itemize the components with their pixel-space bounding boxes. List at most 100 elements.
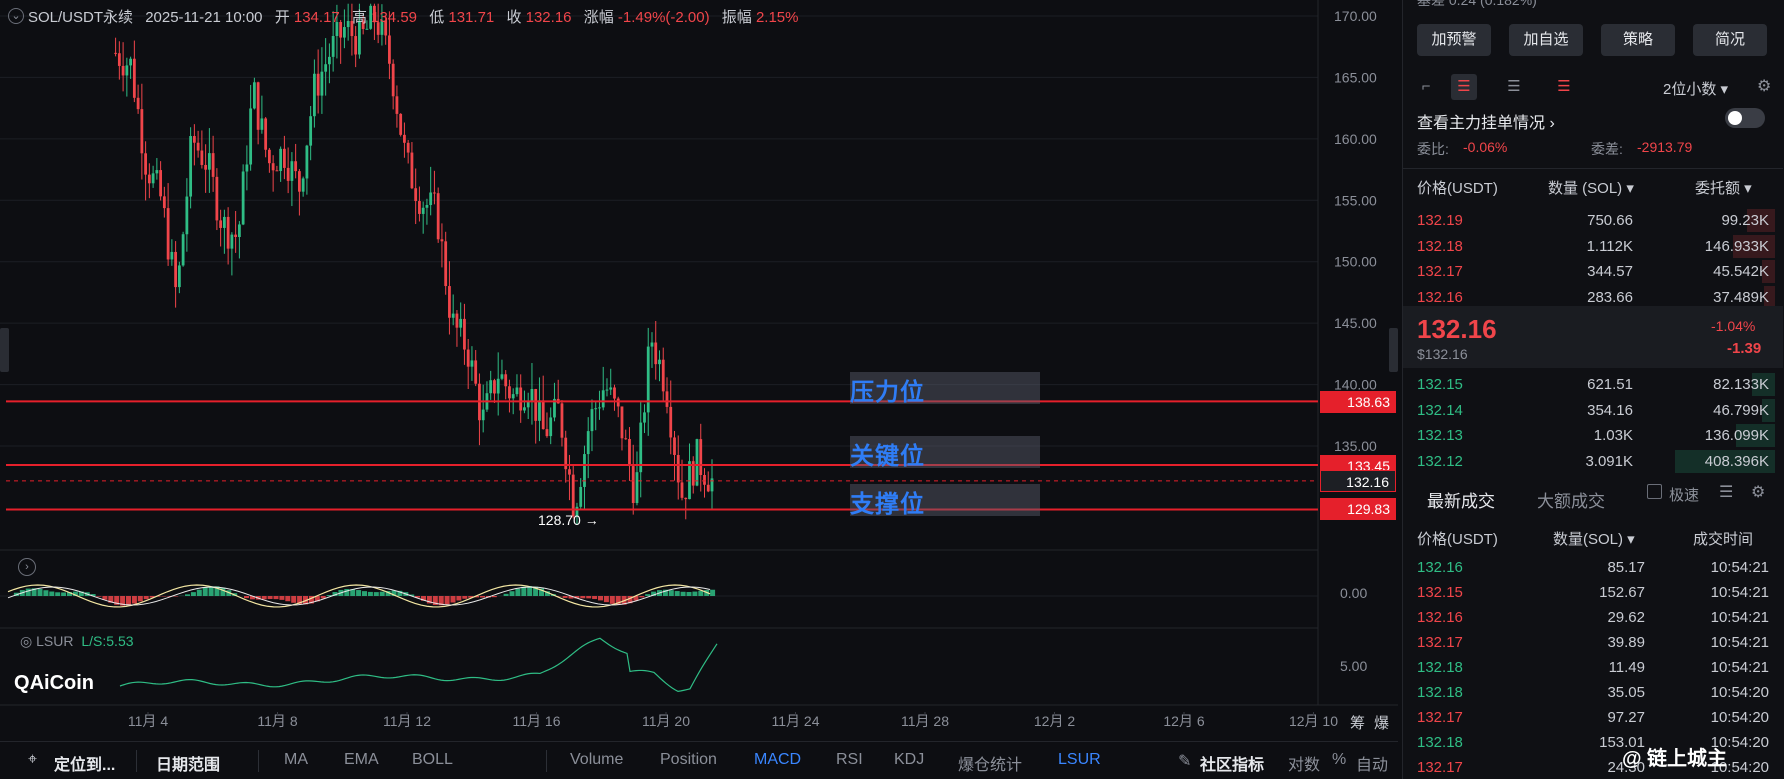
candle-body (433, 192, 436, 194)
date-range-button[interactable]: 日期范围 (156, 751, 220, 775)
tab-latest-trades[interactable]: 最新成交 (1427, 487, 1495, 512)
candle-body (256, 82, 260, 130)
amplitude-value: 2.15% (755, 9, 799, 26)
collapse-icon[interactable]: ⌄ (8, 8, 24, 24)
candle-body (688, 461, 691, 500)
macd-histogram-bar (692, 591, 698, 596)
ask-row[interactable]: 132.18 1.112K 146.933K (1403, 234, 1781, 259)
strategy-button[interactable]: 策略 (1601, 24, 1675, 56)
add-alert-button[interactable]: 加预警 (1417, 24, 1491, 56)
price-chart[interactable]: 170.00165.00160.00155.00150.00145.00140.… (0, 0, 1398, 741)
tool-boll[interactable]: BOLL (412, 751, 453, 769)
macd-histogram-bar (291, 596, 297, 603)
settings-icon[interactable]: ⚙ (1757, 76, 1771, 96)
add-watchlist-button[interactable]: 加自选 (1509, 24, 1583, 56)
ob-header-qty[interactable]: 数量 (SOL) ▾ (1548, 177, 1634, 198)
orderbook-asks-icon[interactable]: ☰ (1551, 74, 1577, 100)
macd-histogram-bar (126, 596, 131, 606)
current-price-tag: 132.16 (1320, 470, 1396, 492)
candle-body (504, 374, 508, 387)
trade-qty: 11.49 (1608, 659, 1645, 676)
trade-settings-icon[interactable]: ⚙ (1751, 482, 1765, 502)
log-scale-toggle[interactable]: 对数 (1288, 751, 1320, 775)
candle-body (459, 318, 463, 328)
candle-body (594, 408, 598, 410)
tool-volume[interactable]: Volume (570, 751, 623, 769)
macd-histogram-bar (279, 596, 285, 600)
candle-body (650, 342, 654, 347)
candle-body (568, 469, 571, 475)
layout-icon[interactable]: ⌐ (1413, 74, 1439, 100)
community-indicators-button[interactable]: 社区指标 (1200, 751, 1264, 775)
candle-body (249, 108, 253, 165)
locate-icon[interactable]: ⌖ (28, 751, 37, 769)
candle-body (508, 386, 511, 399)
macd-histogram-bar (639, 596, 645, 598)
tool-ma[interactable]: MA (284, 751, 308, 769)
candle-body (222, 216, 226, 228)
bid-row[interactable]: 132.14 354.16 46.799K (1403, 398, 1781, 423)
filter-icon[interactable]: ☰ (1719, 482, 1733, 502)
macd-histogram-bar (190, 592, 196, 596)
tool-liquidation-stats[interactable]: 爆仓统计 (958, 751, 1022, 775)
decimals-select[interactable]: 2位小数 ▾ (1663, 78, 1728, 99)
candle-body (481, 409, 485, 421)
low-value: 131.71 (448, 9, 495, 26)
candle-body (260, 118, 264, 130)
macd-histogram-bar (43, 590, 49, 596)
tr-header-qty[interactable]: 数量(SOL) ▾ (1553, 528, 1635, 549)
order-price: 132.16 (1417, 288, 1463, 306)
tool-macd[interactable]: MACD (754, 751, 801, 769)
macd-histogram-bar (25, 588, 31, 596)
expand-indicator-icon[interactable]: › (18, 558, 36, 576)
auto-scale-toggle[interactable]: 自动 (1356, 751, 1388, 775)
liquidation-label[interactable]: 爆 (1374, 712, 1389, 733)
candle-body (583, 454, 586, 487)
main-orders-link[interactable]: 查看主力挂单情况 › (1417, 109, 1555, 133)
candle-body (162, 196, 166, 209)
chip-label[interactable]: 筹 (1350, 712, 1365, 733)
main-orders-toggle[interactable] (1725, 108, 1765, 128)
trade-price: 132.17 (1417, 709, 1463, 726)
bid-row[interactable]: 132.12 3.091K 408.396K (1403, 449, 1781, 474)
ask-row[interactable]: 132.19 750.66 99.23K (1403, 208, 1781, 233)
ask-row[interactable]: 132.17 344.57 45.542K (1403, 259, 1781, 284)
order-price: 132.15 (1417, 376, 1463, 393)
bid-row[interactable]: 132.15 621.51 82.133K (1403, 372, 1781, 397)
candle-body (541, 400, 545, 430)
candle-body (654, 342, 658, 365)
eye-icon[interactable]: ◎ (20, 633, 32, 649)
percent-scale-toggle[interactable]: % (1332, 751, 1346, 769)
candle-body (211, 153, 215, 177)
overview-button[interactable]: 简况 (1693, 24, 1767, 56)
macd-histogram-bar (379, 591, 385, 596)
candle-body (466, 349, 470, 367)
macd-histogram-bar (61, 592, 67, 596)
candle-body (136, 97, 140, 110)
candle-body (669, 406, 673, 438)
fast-mode-checkbox[interactable] (1647, 484, 1662, 499)
tool-lsur[interactable]: LSUR (1058, 751, 1101, 769)
tool-ema[interactable]: EMA (344, 751, 379, 769)
tool-position[interactable]: Position (660, 751, 717, 769)
edit-icon[interactable]: ✎ (1178, 751, 1191, 771)
candle-body (185, 196, 189, 235)
ob-header-total[interactable]: 委托额 ▾ (1695, 177, 1752, 198)
divider (1403, 168, 1783, 169)
orderbook-both-icon[interactable]: ☰ (1451, 74, 1477, 100)
tab-large-trades[interactable]: 大额成交 (1537, 487, 1605, 512)
high-value: 134.59 (371, 9, 418, 26)
orderbook-bids-icon[interactable]: ☰ (1501, 74, 1527, 100)
macd-histogram-bar (373, 592, 379, 596)
tool-rsi[interactable]: RSI (836, 751, 863, 769)
candle-body (241, 171, 245, 225)
bid-row[interactable]: 132.13 1.03K 136.099K (1403, 423, 1781, 448)
candle-body (252, 82, 256, 109)
candle-body (680, 482, 684, 498)
y-tick-label: 170.00 (1334, 8, 1377, 24)
candle-body (177, 265, 181, 288)
toolbar-divider (258, 750, 259, 772)
locate-button[interactable]: 定位到... (54, 751, 115, 775)
chart-panel[interactable]: 170.00 165.00 160.00 155.00 150.00 145.00 140.… (0, 0, 1398, 779)
tool-kdj[interactable]: KDJ (894, 751, 924, 769)
